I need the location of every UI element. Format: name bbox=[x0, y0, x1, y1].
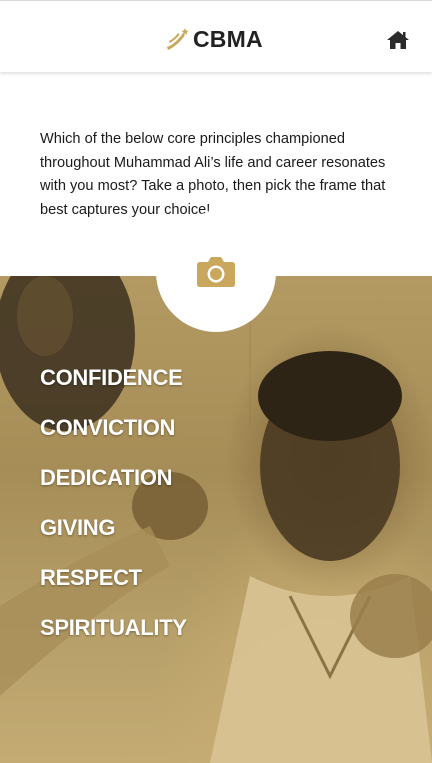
brand-name: CBMA bbox=[193, 26, 263, 52]
home-icon[interactable] bbox=[386, 30, 410, 50]
principle-conviction[interactable]: CONVICTION bbox=[40, 414, 187, 464]
camera-icon bbox=[197, 257, 235, 287]
intro-text: Which of the below core principles champ… bbox=[40, 131, 386, 218]
cbma-logo-mark-icon bbox=[167, 28, 189, 50]
principle-confidence[interactable]: CONFIDENCE bbox=[40, 364, 187, 414]
app-header: CBMA bbox=[0, 0, 432, 72]
take-photo-button[interactable] bbox=[156, 212, 276, 332]
principle-giving[interactable]: GIVING bbox=[40, 514, 187, 564]
principle-respect[interactable]: RESPECT bbox=[40, 564, 187, 614]
principle-dedication[interactable]: DEDICATION bbox=[40, 464, 187, 514]
principle-spirituality[interactable]: SPIRITUALITY bbox=[40, 614, 187, 664]
principles-list: CONFIDENCE CONVICTION DEDICATION GIVING … bbox=[40, 364, 187, 664]
cbma-logo[interactable]: CBMA bbox=[165, 23, 263, 55]
